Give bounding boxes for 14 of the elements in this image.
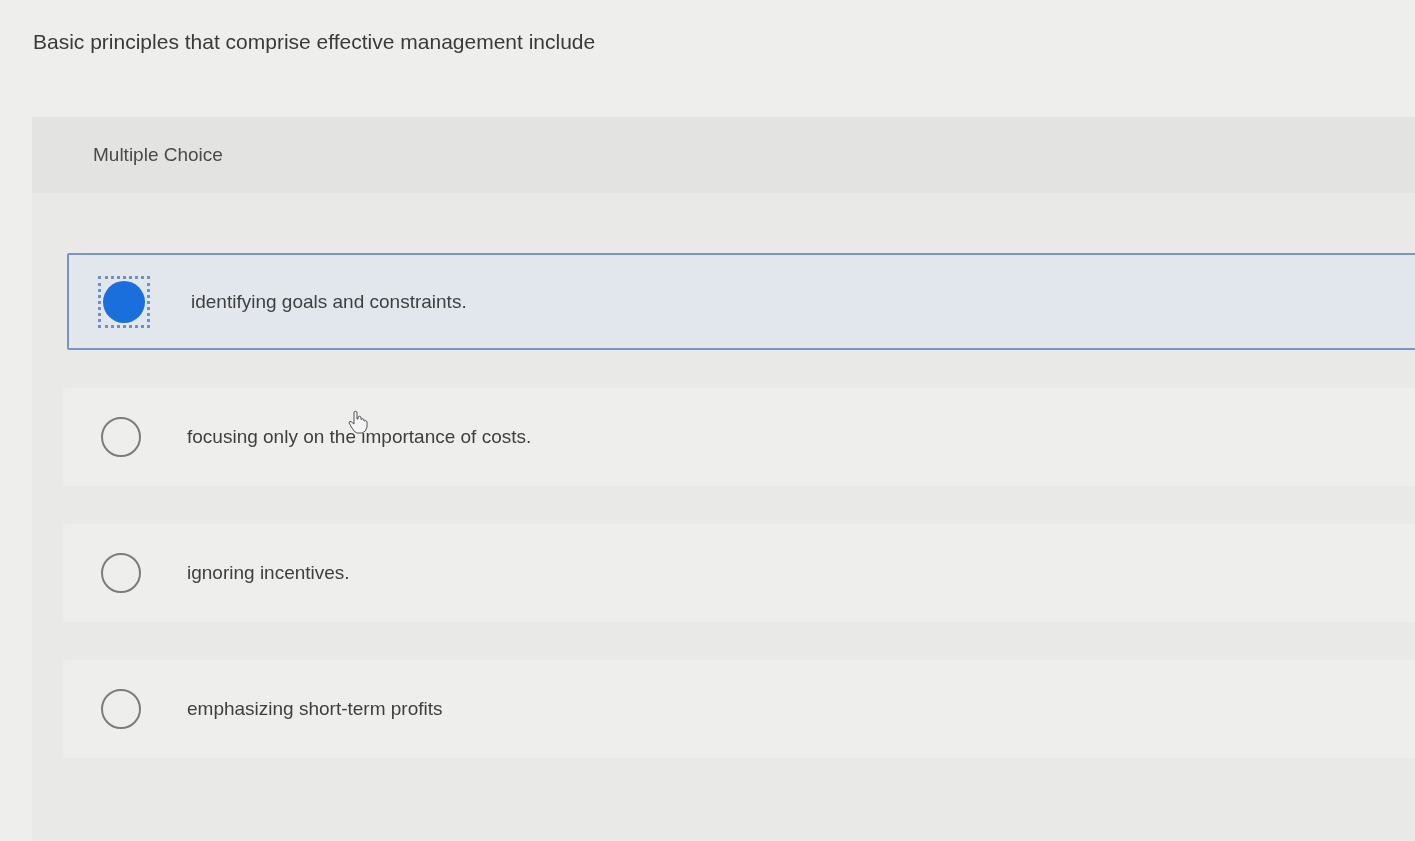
question-text: Basic principles that comprise effective management include <box>33 29 596 55</box>
option-label: focusing only on the importance of costs. <box>187 426 532 448</box>
option-label: ignoring incentives. <box>187 562 350 584</box>
radio-button[interactable] <box>101 417 141 457</box>
panel-heading: Multiple Choice <box>93 144 223 166</box>
answer-option[interactable]: ignoring incentives. <box>63 524 1415 622</box>
radio-button[interactable] <box>98 275 150 328</box>
answer-option[interactable]: focusing only on the importance of costs. <box>63 388 1415 486</box>
radio-button[interactable] <box>101 553 141 593</box>
option-label: emphasizing short-term profits <box>187 698 443 720</box>
answer-option[interactable]: identifying goals and constraints. <box>67 253 1415 350</box>
radio-button[interactable] <box>101 689 141 729</box>
answer-option[interactable]: emphasizing short-term profits <box>63 660 1415 758</box>
option-label: identifying goals and constraints. <box>191 290 467 313</box>
